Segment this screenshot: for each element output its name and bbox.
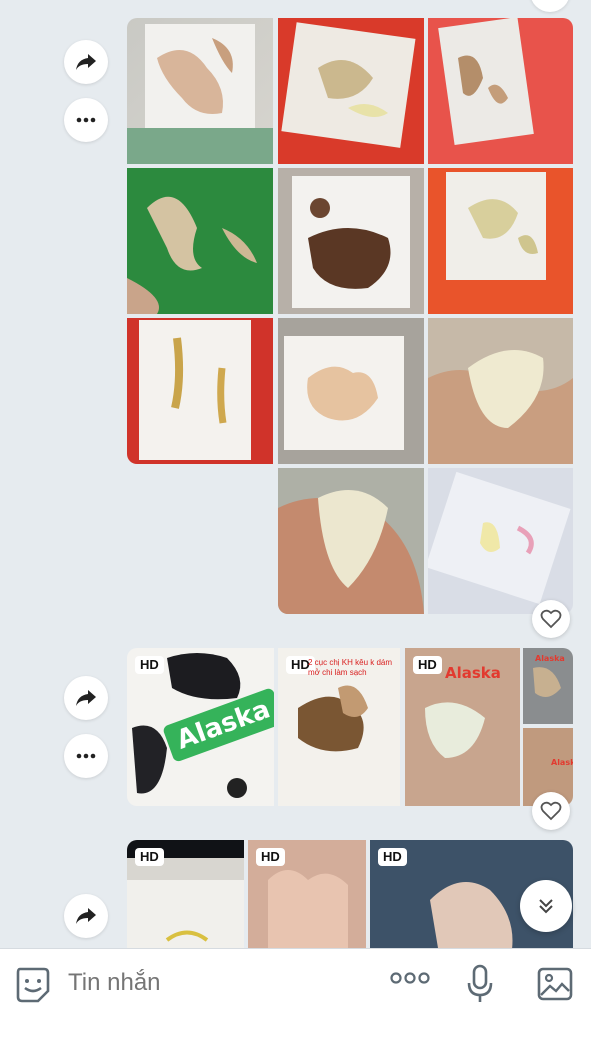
more-horizontal-icon <box>76 753 96 759</box>
photo-6[interactable] <box>428 168 573 314</box>
forward-arrow-icon <box>76 54 96 70</box>
photo-9[interactable] <box>428 318 573 464</box>
photo-1[interactable] <box>127 18 273 164</box>
reaction-heart-button-2[interactable] <box>532 792 570 830</box>
photo-7[interactable] <box>127 318 273 464</box>
scroll-to-bottom-button[interactable] <box>520 880 572 932</box>
message-input[interactable] <box>68 965 368 1001</box>
forward-button-2[interactable] <box>64 676 108 720</box>
heart-outline-icon <box>540 609 562 629</box>
chat-area[interactable]: HD Alaska HD 2 cục chị KH kêu k dám mở c… <box>0 0 591 948</box>
double-chevron-down-icon <box>539 899 553 914</box>
photo-11[interactable] <box>428 468 573 614</box>
photo-4[interactable] <box>127 168 273 314</box>
hd-badge: HD <box>256 848 285 866</box>
alaska-red-label-small: Alaska <box>535 654 565 663</box>
forward-arrow-icon <box>76 690 96 706</box>
photo-3[interactable] <box>428 18 573 164</box>
photo-hd-4[interactable]: Alaska <box>523 648 573 724</box>
photo-10[interactable] <box>278 468 424 614</box>
more-dots-icon[interactable] <box>390 971 430 990</box>
more-horizontal-icon <box>76 117 96 123</box>
forward-button-3[interactable] <box>64 894 108 938</box>
forward-arrow-icon <box>76 908 96 924</box>
photo-hd-7[interactable]: HD <box>248 840 366 948</box>
alaska-red-label-small-2: Alask <box>551 758 573 767</box>
alaska-red-label: Alaska <box>445 664 501 682</box>
photo-8[interactable] <box>278 318 424 464</box>
hd-badge: HD <box>135 848 164 866</box>
message-composer <box>0 948 591 1044</box>
photo-hd-3[interactable]: HD Alaska <box>405 648 520 806</box>
photo-2[interactable] <box>278 18 424 164</box>
hd-badge: HD <box>378 848 407 866</box>
photo-hd-1[interactable]: HD Alaska <box>127 648 274 806</box>
heart-outline-icon <box>540 801 562 821</box>
microphone-icon[interactable] <box>466 963 494 1010</box>
sticker-icon[interactable] <box>14 965 52 1010</box>
photo-hd-2[interactable]: HD 2 cục chị KH kêu k dám mở chi làm sạc… <box>278 648 400 806</box>
reaction-heart-button[interactable] <box>532 600 570 638</box>
top-action-button[interactable] <box>530 0 570 12</box>
photo-5[interactable] <box>278 168 424 314</box>
hd-badge: HD <box>135 656 164 674</box>
message-options-button-2[interactable] <box>64 734 108 778</box>
hd-badge: HD <box>413 656 442 674</box>
forward-button[interactable] <box>64 40 108 84</box>
message-options-button[interactable] <box>64 98 108 142</box>
photo-caption: 2 cục chị KH kêu k dám mở chi làm sạch <box>308 658 393 677</box>
photo-hd-6[interactable]: HD <box>127 840 244 948</box>
image-gallery-icon[interactable] <box>537 967 573 1006</box>
